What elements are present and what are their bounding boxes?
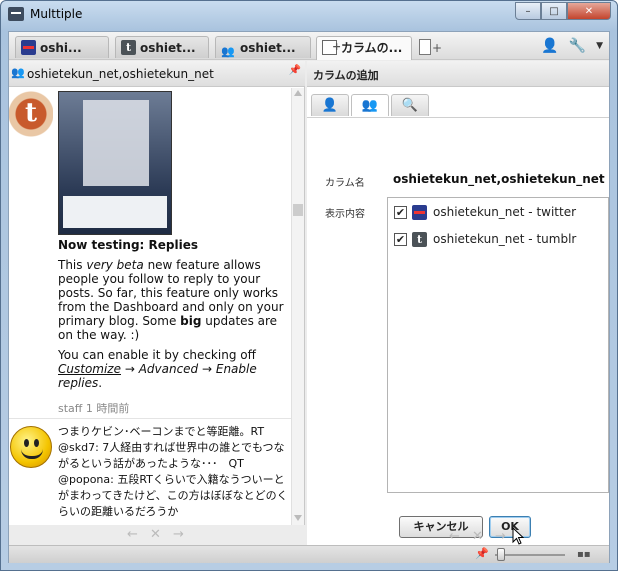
window-controls: – □ ✕ (515, 2, 611, 20)
content-label: 表示内容 (325, 209, 365, 220)
avatar[interactable] (10, 426, 52, 468)
maximize-button[interactable]: □ (541, 2, 567, 20)
tab-tumblr[interactable]: oshiet... (115, 36, 209, 58)
customize-link[interactable]: Customize (58, 362, 121, 376)
divider (9, 418, 291, 419)
tab-twitter[interactable]: oshi... (15, 36, 109, 58)
list-item[interactable]: ✔ oshietekun_net - twitter (394, 203, 576, 221)
wrench-icon[interactable]: 🔧 (569, 38, 586, 54)
tab-bar: oshi... oshiet... oshiet... カラムの... 👤 🔧 … (9, 32, 609, 60)
text: . (98, 376, 103, 390)
minimize-button[interactable]: – (515, 2, 541, 20)
list-item-label: oshietekun_net - twitter (433, 205, 577, 219)
mouse-cursor-icon (512, 527, 524, 545)
title-bar[interactable]: Multtiple – □ ✕ (1, 1, 617, 29)
scroll-thumb[interactable] (293, 204, 303, 216)
subtab-person[interactable]: 👤 (311, 94, 349, 116)
tumblr-icon (121, 40, 136, 55)
pin-icon[interactable]: 📌 (289, 65, 301, 76)
vertical-scrollbar[interactable] (291, 88, 304, 525)
subtab-people[interactable]: 👥 (351, 94, 389, 116)
app-icon (8, 7, 24, 21)
tab-combined[interactable]: oshiet... (215, 36, 311, 58)
person-icon: 👤 (321, 98, 339, 113)
timeline-column: 👥 oshietekun_net,oshietekun_net 📌 t Now … (9, 61, 305, 545)
post-body: This very beta new feature allows people… (58, 258, 290, 396)
list-item-label: oshietekun_net - tumblr (433, 232, 577, 246)
eye (34, 439, 39, 447)
checkbox[interactable]: ✔ (394, 205, 407, 219)
column-name-label: カラム名 (325, 178, 365, 189)
panel-subtabs: 👤 👥 🔍 (311, 94, 431, 116)
text: very beta (86, 258, 144, 272)
post-paragraph: You can enable it by checking off Custom… (58, 348, 290, 390)
mouth (21, 449, 43, 459)
add-column-panel: カラムの追加 👤 👥 🔍 カラム名 oshietekun_net,oshiete… (307, 61, 609, 545)
avatar[interactable]: t (9, 91, 53, 137)
people-icon: 👥 (361, 98, 379, 113)
twitter-icon (21, 40, 36, 55)
add-column-icon (322, 40, 341, 55)
zoom-slider-knob[interactable] (497, 548, 505, 561)
tab-label: oshiet... (140, 41, 196, 55)
post-meta: staff 1 時間前 (58, 402, 130, 415)
pin-icon[interactable]: 📌 (475, 547, 489, 560)
zoom-slider-track[interactable] (495, 554, 565, 556)
column-name-value[interactable]: oshietekun_net,oshietekun_net (393, 172, 605, 186)
status-bar: 📌 ▪▪ (9, 545, 609, 563)
subtab-search[interactable]: 🔍 (391, 94, 429, 116)
client-area: oshi... oshiet... oshiet... カラムの... 👤 🔧 … (8, 31, 610, 563)
post-image-panel (83, 100, 149, 186)
post-paragraph: This very beta new feature allows people… (58, 258, 290, 342)
eye (24, 439, 29, 447)
post-image-bar (63, 196, 167, 228)
panel-nav-arrows[interactable]: ← ✕ → (449, 529, 510, 544)
people-icon: 👥 (11, 66, 25, 79)
text: → (198, 362, 216, 376)
divider (307, 117, 609, 118)
column-footer: ← ✕ → (9, 525, 305, 545)
tweet-text: つまりケビン･ベーコンまでと等距離。RT @skd7: 7人経由すれば世界中の誰… (58, 425, 288, 518)
tab-label: oshi... (40, 41, 82, 55)
twitter-icon (412, 204, 427, 220)
content-listbox[interactable]: ✔ oshietekun_net - twitter ✔ oshietekun_… (387, 197, 609, 493)
panel-title: カラムの追加 (313, 69, 379, 82)
close-button[interactable]: ✕ (567, 2, 611, 20)
column-nav-arrows[interactable]: ← ✕ → (127, 527, 188, 542)
tab-add-column[interactable]: カラムの... (316, 36, 412, 60)
person-icon[interactable]: 👤 (541, 38, 558, 54)
text: You can enable it by checking off (58, 348, 256, 362)
chevron-down-icon[interactable]: ▼ (596, 41, 603, 51)
column-title: oshietekun_net,oshietekun_net (27, 67, 214, 81)
text: Advanced (138, 362, 199, 376)
people-icon (221, 40, 236, 55)
search-icon: 🔍 (401, 98, 419, 113)
tab-label: カラムの... (341, 41, 403, 55)
list-item[interactable]: ✔ oshietekun_net - tumblr (394, 230, 576, 248)
new-tab-icon[interactable] (419, 39, 442, 55)
window-title: Multtiple (30, 7, 83, 21)
text: big (180, 314, 202, 328)
app-window: Multtiple – □ ✕ oshi... oshiet... oshiet… (0, 0, 618, 571)
scroll-down-icon[interactable] (294, 515, 302, 521)
tab-label: oshiet... (240, 41, 296, 55)
post-image[interactable] (58, 91, 172, 235)
scroll-up-icon[interactable] (294, 90, 302, 96)
post-title: Now testing: Replies (58, 238, 199, 252)
text: This (58, 258, 87, 272)
tumblr-icon (412, 231, 427, 247)
timeline-feed[interactable]: t Now testing: Replies This very beta ne… (9, 88, 291, 525)
checkbox[interactable]: ✔ (394, 232, 407, 246)
toolbar-right: 👤 🔧 ▼ (541, 38, 603, 54)
text: → (121, 362, 139, 376)
column-header[interactable]: 👥 oshietekun_net,oshietekun_net 📌 (9, 61, 305, 87)
layout-icon[interactable]: ▪▪ (577, 549, 591, 560)
panel-header: カラムの追加 (307, 61, 609, 87)
